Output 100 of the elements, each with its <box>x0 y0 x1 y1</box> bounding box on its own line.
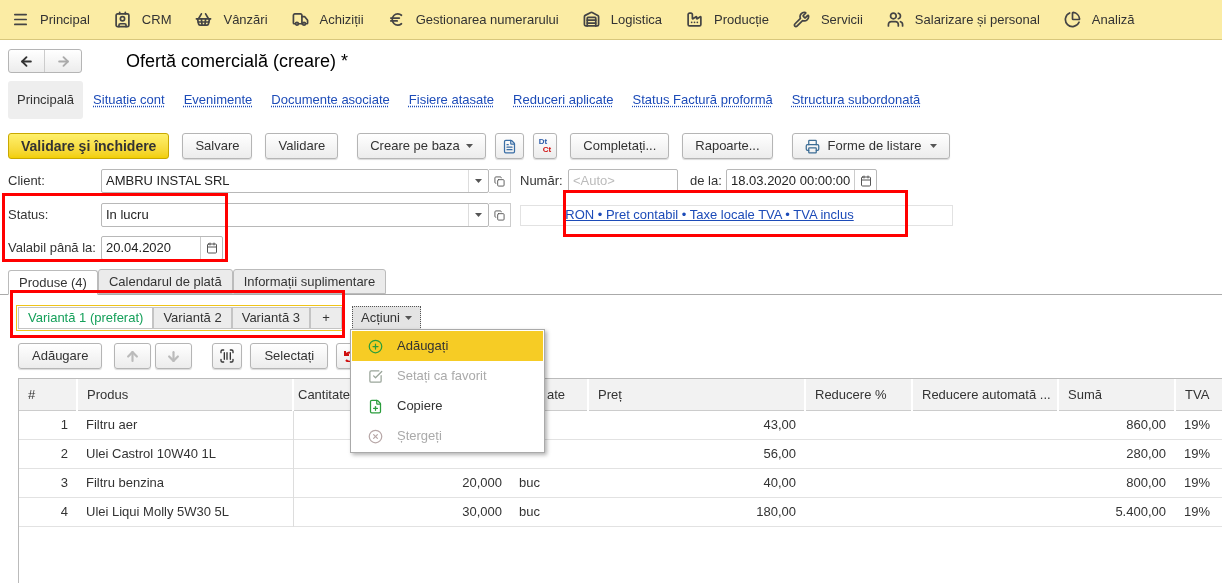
toolbar-button[interactable]: Completați... <box>570 133 670 159</box>
table-cell: 19% <box>1175 439 1222 468</box>
variant-tab[interactable]: Variantă 3 <box>231 307 310 329</box>
users-icon <box>886 11 904 28</box>
table-cell: 800,00 <box>1058 468 1175 497</box>
x-circle-icon <box>368 428 383 444</box>
date-field[interactable]: 18.03.2020 00:00:00 <box>726 169 877 193</box>
barcode-button[interactable] <box>212 343 243 369</box>
caret-icon <box>465 144 473 148</box>
table-cell: 280,00 <box>1058 439 1175 468</box>
column-header[interactable]: Reducere % <box>805 379 912 410</box>
wrench-icon <box>792 11 810 28</box>
caret-icon <box>475 213 482 217</box>
open-button[interactable] <box>489 203 511 227</box>
table-cell: 5.400,00 <box>1058 497 1175 526</box>
table-cell: 180,00 <box>588 497 805 526</box>
toolbar-button[interactable]: Salvare <box>182 133 253 159</box>
menu-bar-item[interactable]: Logistica <box>610 9 662 30</box>
field-label: Valabil până la: <box>8 239 97 258</box>
table-cell: Filtru aer <box>77 410 293 439</box>
variant-tab[interactable]: Variantă 1 (preferat) <box>18 307 154 329</box>
calendar-icon <box>205 242 218 254</box>
add-variant-button[interactable]: + <box>309 307 342 329</box>
column-header[interactable]: TVA <box>1175 379 1222 410</box>
toolbar-button[interactable]: Rapoarte... <box>682 133 773 159</box>
field-label: Client: <box>8 172 46 191</box>
table-cell: 3 <box>19 468 77 497</box>
menu-icon <box>12 11 29 28</box>
copy-icon <box>494 175 505 187</box>
move-up-button[interactable] <box>114 343 152 369</box>
section-link[interactable]: Reduceri aplicate <box>510 90 617 110</box>
caret-icon <box>929 144 937 148</box>
table-cell: Ulei Castrol 10W40 1L <box>77 439 293 468</box>
menu-bar-item[interactable]: CRM <box>141 9 172 30</box>
toolbar-button[interactable]: Validare <box>265 133 339 159</box>
date-field[interactable]: 20.04.2020 <box>101 236 223 260</box>
table-cell: 43,00 <box>588 410 805 439</box>
variant-tab[interactable]: Variantă 2 <box>153 307 232 329</box>
tab[interactable]: Calendarul de plată <box>97 269 233 294</box>
open-button[interactable] <box>489 169 511 193</box>
column-header[interactable]: # <box>19 379 77 410</box>
field-label: de la: <box>690 172 723 191</box>
back-icon[interactable] <box>19 53 34 69</box>
section-link[interactable]: Evenimente <box>180 90 256 110</box>
pricing-link[interactable]: RON • Pret contabil • Taxe locale TVA • TVA inclus <box>565 205 854 225</box>
section-link[interactable]: Documente asociate <box>268 90 393 110</box>
table-cell: 56,00 <box>588 439 805 468</box>
section-link[interactable]: Situație cont <box>90 90 168 110</box>
accounting-button[interactable]: Dt Ct <box>532 133 558 159</box>
table-cell: buc <box>519 503 540 519</box>
combo-field[interactable]: In lucru <box>101 203 489 227</box>
column-header[interactable]: Preț <box>588 379 805 410</box>
table-cell: 4 <box>19 497 77 526</box>
print-forms-button[interactable]: Forme de listare <box>791 133 950 159</box>
down-arrow-icon <box>166 348 182 364</box>
table-cell: 860,00 <box>1058 410 1175 439</box>
dropdown-button[interactable]: Creare pe baza <box>357 133 486 159</box>
move-down-button[interactable] <box>155 343 193 369</box>
document-icon <box>501 138 517 154</box>
basket-icon <box>195 11 213 28</box>
menu-bar-item[interactable]: Gestionarea numerarului <box>415 9 559 30</box>
section-link[interactable]: Status Factură proformă <box>629 90 776 110</box>
euro-icon <box>387 11 405 28</box>
table-cell: 30,000 <box>462 503 502 519</box>
add-button[interactable]: Adăugare <box>18 343 103 369</box>
select-button[interactable]: Selectați <box>250 343 329 369</box>
menu-bar-item[interactable]: Servicii <box>820 9 863 30</box>
menu-bar-item[interactable]: Salarizare și personal <box>914 9 1040 30</box>
menu-bar-item[interactable]: Analiză <box>1091 9 1135 30</box>
table-cell: 2 <box>19 439 77 468</box>
table-cell: 19% <box>1175 468 1222 497</box>
field-label: Status: <box>8 206 50 225</box>
printer-icon <box>804 138 820 154</box>
table-cell: Ulei Liqui Molly 5W30 5L <box>77 497 293 526</box>
column-header[interactable]: Reducere automată ... <box>912 379 1058 410</box>
section-link[interactable]: Structura subordonată <box>788 90 924 110</box>
table-cell: 1 <box>19 410 77 439</box>
column-header[interactable]: Produs <box>77 379 293 410</box>
menu-bar-item[interactable]: Producție <box>714 9 769 30</box>
report-button[interactable] <box>494 133 524 159</box>
column-header[interactable]: Sumă <box>1058 379 1175 410</box>
caret-icon <box>405 316 412 320</box>
section-link[interactable]: Principală <box>8 81 84 119</box>
table-cell: 19% <box>1175 497 1222 526</box>
pie-chart-icon <box>1063 11 1081 28</box>
check-square-icon <box>368 368 383 384</box>
combo-field[interactable]: AMBRU INSTAL SRL <box>101 169 489 193</box>
table-cell: 20,000 <box>462 474 502 490</box>
validate-close-button[interactable]: Validare şi închidere <box>8 133 170 159</box>
tab[interactable]: Informații suplimentare <box>232 269 387 294</box>
barcode-icon <box>219 348 236 364</box>
actions-button[interactable]: Acțiuni <box>351 306 421 330</box>
section-link[interactable]: Fisiere atasate <box>405 90 498 110</box>
menu-bar-item[interactable]: Vânzări <box>223 9 268 30</box>
table-cell: Filtru benzina <box>77 468 293 497</box>
menu-bar-item[interactable]: Principal <box>40 9 90 30</box>
forward-icon[interactable] <box>55 53 71 69</box>
menu-item[interactable]: Adăugați <box>352 331 543 361</box>
menu-bar-item[interactable]: Achiziții <box>319 9 364 30</box>
id-card-icon <box>113 11 131 28</box>
